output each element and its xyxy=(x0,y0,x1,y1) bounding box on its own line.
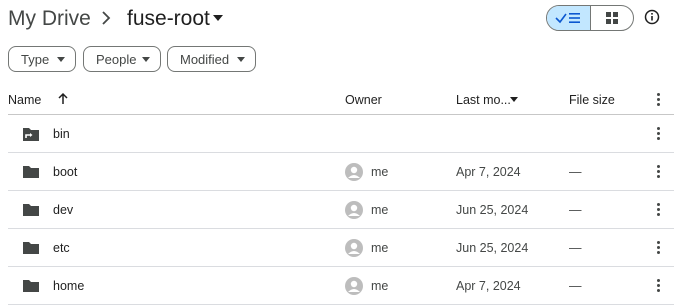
modified-value: Apr 7, 2024 xyxy=(456,164,521,179)
column-header-size[interactable]: File size xyxy=(569,92,615,108)
chevron-right-icon xyxy=(102,11,111,25)
check-list-icon xyxy=(555,13,581,24)
folder-icon xyxy=(22,229,40,266)
folder-icon xyxy=(22,153,40,190)
size-value: — xyxy=(569,202,582,217)
more-vert-icon[interactable] xyxy=(653,229,663,266)
caret-down-icon xyxy=(57,56,65,62)
owner-value: me xyxy=(371,240,389,255)
size-value: — xyxy=(569,278,582,293)
grid-view-button[interactable] xyxy=(591,6,634,30)
more-vert-icon[interactable] xyxy=(653,191,663,228)
account-circle-icon xyxy=(344,191,364,228)
account-circle-icon xyxy=(344,153,364,190)
file-name[interactable]: etc xyxy=(53,229,70,266)
more-vert-icon[interactable] xyxy=(653,153,663,190)
file-name[interactable]: boot xyxy=(53,153,77,190)
view-toggle xyxy=(546,5,634,31)
caret-down-icon xyxy=(237,56,245,62)
filter-type-chip[interactable]: Type xyxy=(8,46,76,72)
owner-value: me xyxy=(371,164,389,179)
folder-shortcut-icon xyxy=(22,115,40,152)
caret-down-icon xyxy=(142,56,150,62)
list-view-button[interactable] xyxy=(547,6,591,30)
file-name[interactable]: bin xyxy=(53,115,70,152)
table-row[interactable]: boot me Apr 7, 2024 — xyxy=(8,153,674,191)
table-row[interactable]: dev me Jun 25, 2024 — xyxy=(8,191,674,229)
page-title[interactable]: fuse-root xyxy=(127,5,210,33)
more-vert-icon[interactable] xyxy=(656,93,660,106)
size-value: — xyxy=(569,164,582,179)
arrow-up-icon[interactable] xyxy=(56,92,70,106)
account-circle-icon xyxy=(344,229,364,266)
column-header-name[interactable]: Name xyxy=(8,92,41,108)
column-header-owner[interactable]: Owner xyxy=(345,92,382,108)
filter-modified-chip[interactable]: Modified xyxy=(167,46,256,72)
owner-value: me xyxy=(371,278,389,293)
more-vert-icon[interactable] xyxy=(653,267,663,304)
modified-value: Apr 7, 2024 xyxy=(456,278,521,293)
file-name[interactable]: home xyxy=(53,267,84,304)
chip-label: Type xyxy=(21,51,50,67)
size-value: — xyxy=(569,240,582,255)
table-row[interactable]: etc me Jun 25, 2024 — xyxy=(8,229,674,267)
folder-icon xyxy=(22,267,40,304)
chip-label: Modified xyxy=(180,51,230,67)
filter-people-chip[interactable]: People xyxy=(83,46,161,72)
caret-down-icon[interactable] xyxy=(212,14,224,22)
table-row[interactable]: bin xyxy=(8,115,674,153)
chip-label: People xyxy=(96,51,137,67)
caret-down-icon[interactable] xyxy=(510,97,518,102)
owner-value: me xyxy=(371,202,389,217)
breadcrumb-root[interactable]: My Drive xyxy=(8,5,91,33)
info-icon[interactable] xyxy=(642,7,662,27)
column-header-modified[interactable]: Last mo... xyxy=(456,92,511,108)
folder-icon xyxy=(22,191,40,228)
more-vert-icon[interactable] xyxy=(653,115,663,152)
file-name[interactable]: dev xyxy=(53,191,73,228)
table-row[interactable]: home me Apr 7, 2024 — xyxy=(8,267,674,305)
account-circle-icon xyxy=(344,267,364,304)
modified-value: Jun 25, 2024 xyxy=(456,202,529,217)
modified-value: Jun 25, 2024 xyxy=(456,240,529,255)
grid-icon xyxy=(605,12,618,24)
